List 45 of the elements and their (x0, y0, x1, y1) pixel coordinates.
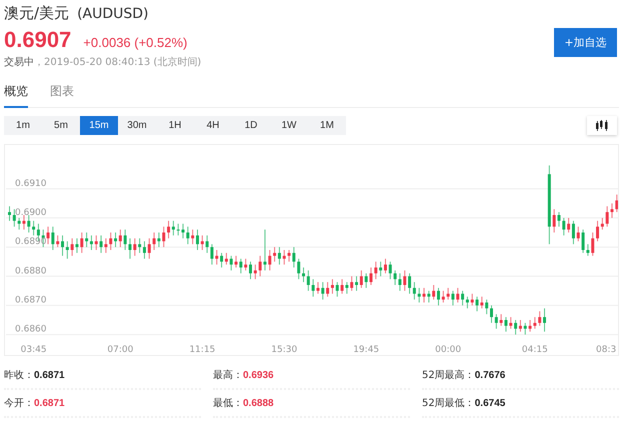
interval-button[interactable]: 30m (118, 116, 156, 135)
y-axis-label: 0.6900 (15, 208, 46, 218)
pair-title: 澳元/美元 (4, 4, 70, 23)
stat-value: 0.6936 (243, 370, 274, 381)
stat-label: 今开： (4, 397, 34, 410)
x-axis-label: 08:3 (596, 345, 616, 355)
x-axis-label: 03:45 (20, 345, 47, 355)
price: 0.6907 (4, 27, 72, 53)
interval-button[interactable]: 1W (270, 116, 308, 135)
stat-value: 0.7676 (474, 370, 506, 381)
stat-label: 最低： (213, 397, 243, 410)
chart-type-button[interactable] (587, 116, 617, 135)
stat-label: 昨收： (4, 369, 34, 382)
interval-button[interactable]: 15m (80, 116, 118, 135)
symbol: (AUDUSD) (77, 6, 149, 22)
y-axis-label: 0.6860 (15, 324, 46, 335)
interval-button[interactable]: 1M (308, 116, 346, 135)
y-axis-label: 0.6910 (15, 178, 46, 189)
stat-value: 0.6871 (34, 398, 65, 409)
stat-label: 最高： (213, 368, 243, 382)
interval-button[interactable]: 1H (156, 116, 194, 135)
interval-button[interactable]: 1m (4, 116, 42, 135)
timestamp: ，2019-05-20 08:40:13 (北京时间) (34, 56, 202, 69)
tab[interactable]: 图表 (50, 83, 74, 108)
interval-button[interactable]: 4H (194, 116, 232, 135)
price-change: +0.0036 (+0.52%) (83, 35, 188, 50)
interval-button[interactable]: 5m (42, 116, 80, 135)
y-axis-label: 0.6870 (15, 295, 46, 306)
stat-label: 52周最高： (422, 368, 475, 382)
candlestick-icon (595, 120, 609, 131)
x-axis-label: 04:15 (522, 345, 548, 355)
trading-status: 交易中 (4, 56, 34, 69)
tab[interactable]: 概览 (4, 83, 28, 108)
y-axis-label: 0.6880 (15, 266, 46, 276)
x-axis-label: 00:00 (435, 345, 462, 355)
stat-value: 0.6888 (243, 398, 274, 409)
x-axis-label: 07:00 (107, 345, 134, 355)
x-axis-label: 11:15 (189, 345, 216, 355)
stat-value: 0.6871 (34, 370, 65, 381)
x-axis-label: 19:45 (353, 345, 380, 355)
x-axis-label: 15:30 (271, 345, 298, 355)
stat-label: 52周最低： (422, 397, 475, 410)
stat-value: 0.6745 (474, 398, 506, 409)
add-watchlist-button[interactable]: +加自选 (554, 28, 617, 57)
interval-button[interactable]: 1D (232, 116, 270, 135)
